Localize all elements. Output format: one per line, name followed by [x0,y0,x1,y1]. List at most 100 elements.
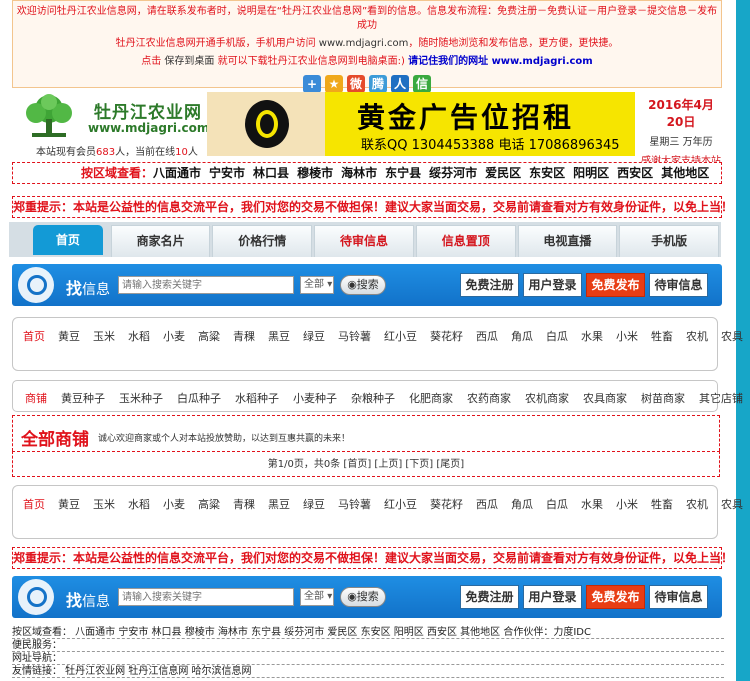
category-link[interactable]: 首页 [23,328,45,344]
shop-category-link[interactable]: 小麦种子 [293,390,337,406]
nav-tab[interactable]: 电视直播 [517,225,618,257]
category-link[interactable]: 白瓜 [546,328,568,344]
shop-category-link[interactable]: 黄豆种子 [61,390,105,406]
weibo-share-icon[interactable]: 微 [347,75,365,93]
category-link[interactable]: 水果 [581,328,603,344]
shop-category-link[interactable]: 农机商家 [525,390,569,406]
shop-category-link[interactable]: 水稻种子 [235,390,279,406]
region-link[interactable]: 东宁县 [385,166,421,180]
ad-banner[interactable]: 黄金广告位招租 联系QQ 1304453388 电话 17086896345 [207,92,635,156]
region-link[interactable]: 绥芬河市 [429,166,477,180]
category-link[interactable]: 红小豆 [384,328,417,344]
category-link[interactable]: 绿豆 [303,496,325,512]
search-input[interactable] [118,588,294,606]
search-button[interactable]: ◉搜索 [340,275,386,295]
remember-url-link[interactable]: www.mdjagri.com [492,56,593,67]
nav-tab[interactable]: 待审信息 [314,225,414,257]
category-link[interactable]: 牲畜 [651,328,673,344]
footer-links-row[interactable]: 友情链接： 牡丹江农业网 牡丹江信息网 哈尔滨信息网 [12,665,724,678]
category-link[interactable]: 马铃薯 [338,496,371,512]
renren-share-icon[interactable]: 人 [391,75,409,93]
category-link[interactable]: 角瓜 [511,328,533,344]
nav-tab[interactable]: 手机版 [619,225,719,257]
plus-share-icon[interactable]: + [303,75,321,93]
category-link[interactable]: 农机 [686,328,708,344]
shop-category-link[interactable]: 商铺 [25,390,47,406]
qzone-share-icon[interactable]: ★ [325,75,343,93]
search-scope-select[interactable]: 全部 ▾ [300,276,334,294]
login-button[interactable]: 用户登录 [523,273,582,297]
category-link[interactable]: 牲畜 [651,496,673,512]
pending-button[interactable]: 待审信息 [649,585,708,609]
category-link[interactable]: 水果 [581,496,603,512]
category-link[interactable]: 小米 [616,496,638,512]
category-link[interactable]: 青稞 [233,328,255,344]
category-link[interactable]: 角瓜 [511,496,533,512]
pending-button[interactable]: 待审信息 [649,273,708,297]
search-button[interactable]: ◉搜索 [340,587,386,607]
nav-tab[interactable]: 首页 [9,225,109,257]
click-link[interactable]: 点击 [141,56,161,67]
publish-button[interactable]: 免费发布 [586,585,645,609]
region-link[interactable]: 爱民区 [485,166,521,180]
search-input[interactable] [118,276,294,294]
nav-tab[interactable]: 信息置顶 [415,225,516,257]
shop-category-link[interactable]: 农药商家 [467,390,511,406]
notice-mobile-url[interactable]: www.mdjagri.com [319,38,409,49]
shop-category-link[interactable]: 白瓜种子 [177,390,221,406]
shop-category-link[interactable]: 农具商家 [583,390,627,406]
category-link[interactable]: 高粱 [198,328,220,344]
tencent-weibo-share-icon[interactable]: 腾 [369,75,387,93]
shop-category-link[interactable]: 化肥商家 [409,390,453,406]
region-link[interactable]: 西安区 [617,166,653,180]
category-link[interactable]: 农具 [721,496,743,512]
category-link[interactable]: 农机 [686,496,708,512]
region-link[interactable]: 林口县 [253,166,289,180]
shop-category-link[interactable]: 玉米种子 [119,390,163,406]
region-link[interactable]: 海林市 [341,166,377,180]
category-link[interactable]: 黄豆 [58,328,80,344]
login-button[interactable]: 用户登录 [523,585,582,609]
site-logo[interactable]: 牡丹江农业网 www.mdjagri.com 本站现有会员683人，当前在线10… [14,93,209,158]
category-link[interactable]: 首页 [23,496,45,512]
footer-region-row[interactable]: 按区域查看： 八面通市 宁安市 林口县 穆棱市 海林市 东宁县 绥芬河市 爱民区… [12,626,724,639]
category-link[interactable]: 葵花籽 [430,496,463,512]
region-link[interactable]: 穆棱市 [297,166,333,180]
category-link[interactable]: 黑豆 [268,496,290,512]
region-link[interactable]: 其他地区 [661,166,709,180]
register-button[interactable]: 免费注册 [460,273,519,297]
register-button[interactable]: 免费注册 [460,585,519,609]
wechat-share-icon[interactable]: 信 [413,75,431,93]
category-link[interactable]: 黑豆 [268,328,290,344]
category-link[interactable]: 玉米 [93,496,115,512]
category-link[interactable]: 玉米 [93,328,115,344]
shop-category-link[interactable]: 其它店铺 [699,390,743,406]
region-link[interactable]: 宁安市 [209,166,245,180]
category-link[interactable]: 西瓜 [476,328,498,344]
save-desktop-link[interactable]: 保存到桌面 [161,56,217,67]
category-link[interactable]: 绿豆 [303,328,325,344]
category-link[interactable]: 高粱 [198,496,220,512]
category-link[interactable]: 水稻 [128,328,150,344]
category-link[interactable]: 小麦 [163,496,185,512]
category-link[interactable]: 水稻 [128,496,150,512]
category-link[interactable]: 白瓜 [546,496,568,512]
publish-button[interactable]: 免费发布 [586,273,645,297]
category-link[interactable]: 青稞 [233,496,255,512]
region-link[interactable]: 阳明区 [573,166,609,180]
category-link[interactable]: 小麦 [163,328,185,344]
nav-tab[interactable]: 价格行情 [212,225,313,257]
search-scope-select[interactable]: 全部 ▾ [300,588,334,606]
weekday-calendar[interactable]: 星期三 万年历 [640,133,722,148]
category-link[interactable]: 葵花籽 [430,328,463,344]
pager[interactable]: 第1/0页，共0条 [首页] [上页] [下页] [尾页] [12,451,720,477]
category-link[interactable]: 西瓜 [476,496,498,512]
category-link[interactable]: 农具 [721,328,743,344]
shop-category-link[interactable]: 杂粮种子 [351,390,395,406]
shop-category-link[interactable]: 树苗商家 [641,390,685,406]
category-link[interactable]: 红小豆 [384,496,417,512]
region-link[interactable]: 八面通市 [153,166,201,180]
category-link[interactable]: 黄豆 [58,496,80,512]
category-link[interactable]: 马铃薯 [338,328,371,344]
nav-tab[interactable]: 商家名片 [110,225,211,257]
